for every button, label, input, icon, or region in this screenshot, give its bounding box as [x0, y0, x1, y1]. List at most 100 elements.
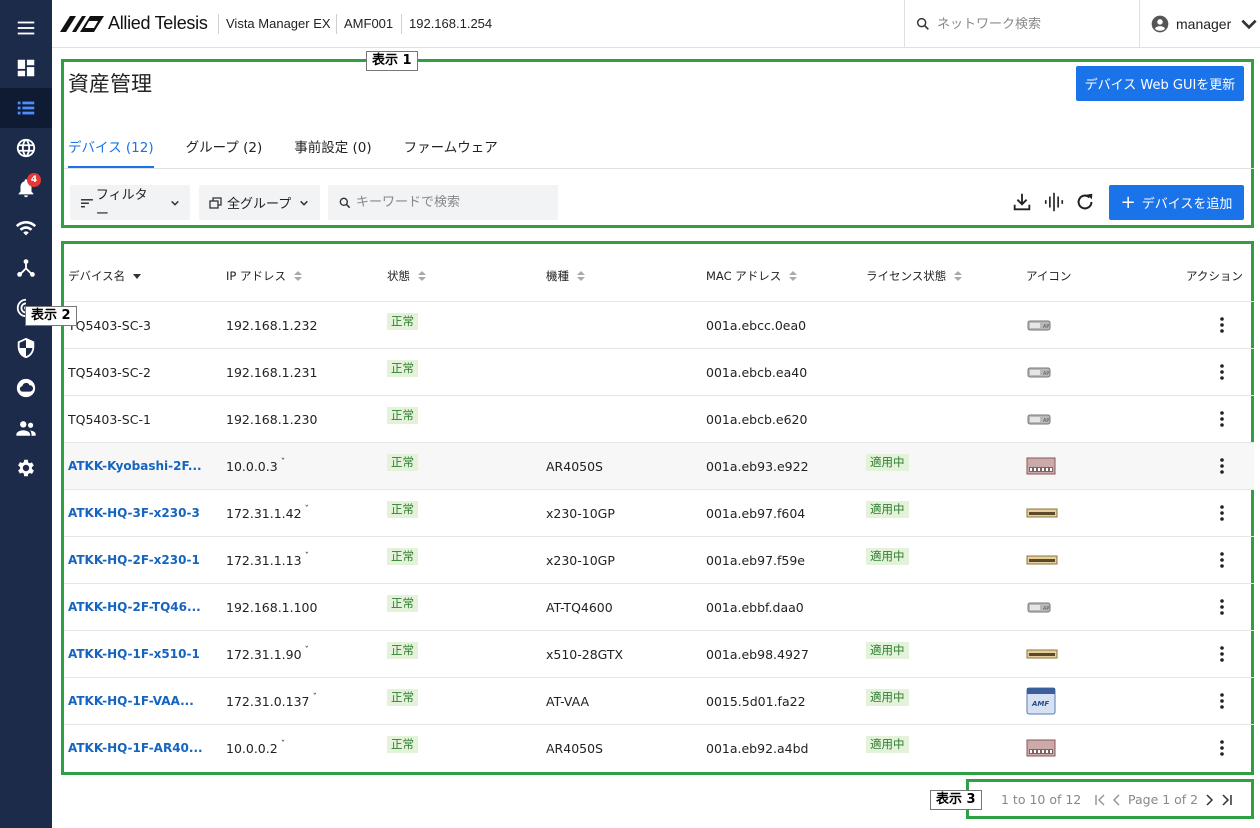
more-vert-icon[interactable]: [1220, 678, 1224, 724]
col-model[interactable]: 機種: [546, 268, 585, 284]
tab-preconfig[interactable]: 事前設定 (0): [294, 126, 371, 168]
globe-icon[interactable]: [0, 128, 52, 168]
shield-icon[interactable]: [0, 328, 52, 368]
network-search-input[interactable]: [937, 16, 1117, 32]
device-name[interactable]: ATKK-HQ-3F-x230-3: [68, 490, 218, 536]
ip-address[interactable]: 10.0.0.3 ˇ: [226, 443, 285, 489]
chevron-down-icon[interactable]: ˇ: [313, 693, 318, 703]
chevron-down-icon[interactable]: ˇ: [305, 505, 310, 515]
list-icon[interactable]: [0, 88, 52, 128]
wifi-icon[interactable]: [0, 208, 52, 248]
status-cell: 正常: [387, 631, 418, 677]
tab-firmware[interactable]: ファームウェア: [404, 126, 498, 168]
first-page-icon[interactable]: [1094, 794, 1108, 806]
col-status[interactable]: 状態: [387, 268, 426, 284]
bell-icon[interactable]: 4: [0, 168, 52, 208]
col-action: アクション: [1186, 269, 1243, 283]
more-vert-icon[interactable]: [1220, 349, 1224, 395]
cloud-icon[interactable]: [0, 368, 52, 408]
table-row[interactable]: ATKK-HQ-3F-x230-3 172.31.1.42 ˇ 正常 x230-10GP…: [64, 490, 1254, 536]
table-row[interactable]: ATKK-HQ-2F-TQ46... 192.168.1.100 正常 AT-TQ46…: [64, 584, 1254, 630]
device-name[interactable]: ATKK-HQ-1F-AR40...: [68, 725, 218, 771]
device-name[interactable]: ATKK-HQ-2F-x230-1: [68, 537, 218, 583]
chevron-down-icon[interactable]: ˇ: [281, 458, 286, 468]
more-vert-icon[interactable]: [1220, 584, 1224, 630]
row-divider: [64, 724, 1254, 725]
more-vert-icon[interactable]: [1220, 537, 1224, 583]
annotation-label-1: 表示 1: [366, 51, 418, 71]
col-icon: アイコン: [1026, 269, 1072, 283]
status-badge: 正常: [387, 688, 418, 706]
device-name[interactable]: ATKK-HQ-1F-VAA...: [68, 678, 218, 724]
more-vert-icon[interactable]: [1220, 302, 1224, 348]
more-vert-icon[interactable]: [1220, 725, 1224, 771]
pagination-range: 1 to 10 of 12: [1001, 792, 1082, 807]
table-row[interactable]: ATKK-HQ-1F-x510-1 172.31.1.90 ˇ 正常 x510-28GT…: [64, 631, 1254, 677]
node-name: AMF001: [344, 16, 394, 31]
more-vert-icon[interactable]: [1220, 631, 1224, 677]
table-row[interactable]: ATKK-HQ-1F-VAA... 172.31.0.137 ˇ 正常 AT-VAA 00…: [64, 678, 1254, 724]
pagination-page: Page 1 of 2: [1128, 792, 1199, 807]
ip-text: 10.0.0.2: [226, 740, 278, 756]
waveform-icon[interactable]: [1042, 190, 1066, 214]
account-icon: [1151, 15, 1169, 33]
row-divider: [64, 536, 1254, 537]
last-page-icon[interactable]: [1219, 794, 1233, 806]
ip-address[interactable]: 172.31.0.137 ˇ: [226, 678, 317, 724]
node-ip: 192.168.1.254: [409, 16, 493, 31]
chevron-down-icon[interactable]: ˇ: [281, 740, 286, 750]
device-name: TQ5403-SC-2: [68, 364, 151, 380]
device-name[interactable]: ATKK-Kyobashi-2F...: [68, 443, 218, 489]
allied-telesis-logo-icon: [60, 15, 104, 32]
ip-address[interactable]: 172.31.1.90 ˇ: [226, 631, 309, 677]
model: x230-10GP: [546, 505, 615, 521]
ap-device-icon: AP: [1026, 396, 1052, 442]
download-icon[interactable]: [1010, 190, 1034, 214]
device-name[interactable]: ATKK-HQ-2F-TQ46...: [68, 584, 218, 630]
more-vert-icon[interactable]: [1220, 396, 1224, 442]
col-mac[interactable]: MAC アドレス: [706, 268, 798, 284]
ip-address[interactable]: 172.31.1.42 ˇ: [226, 490, 309, 536]
ip-address[interactable]: 10.0.0.2 ˇ: [226, 725, 285, 771]
ip-address[interactable]: 172.31.1.13 ˇ: [226, 537, 309, 583]
next-page-icon[interactable]: [1204, 794, 1214, 806]
update-web-gui-button[interactable]: デバイス Web GUIを更新: [1076, 66, 1244, 101]
col-license[interactable]: ライセンス状態: [866, 268, 963, 284]
filter-button[interactable]: フィルター: [70, 185, 190, 222]
menu-icon[interactable]: [0, 8, 52, 48]
more-vert-icon[interactable]: [1220, 443, 1224, 489]
table-row[interactable]: ATKK-HQ-1F-AR40... 10.0.0.2 ˇ 正常 AR4050S 001a…: [64, 725, 1254, 771]
mac-address: 001a.ebcb.ea40: [706, 364, 808, 380]
users-icon[interactable]: [0, 408, 52, 448]
table-row[interactable]: ATKK-HQ-2F-x230-1 172.31.1.13 ˇ 正常 x230-10GP…: [64, 537, 1254, 583]
table-row[interactable]: ATKK-Kyobashi-2F... 10.0.0.3 ˇ 正常 AR4050S 001…: [64, 443, 1254, 489]
ip-text: 10.0.0.3: [226, 458, 278, 474]
refresh-icon[interactable]: [1073, 190, 1097, 214]
col-ip[interactable]: IP アドレス: [226, 268, 302, 284]
device-name[interactable]: ATKK-HQ-1F-x510-1: [68, 631, 218, 677]
status-badge: 正常: [387, 500, 418, 518]
keyword-search-input[interactable]: [356, 195, 546, 210]
topology-icon[interactable]: [0, 248, 52, 288]
status-badge: 正常: [387, 641, 418, 659]
table-row[interactable]: TQ5403-SC-2 192.168.1.231 正常 001a.ebcb.ea40…: [64, 349, 1254, 395]
prev-page-icon[interactable]: [1112, 794, 1122, 806]
dashboard-icon[interactable]: [0, 48, 52, 88]
chevron-down-icon[interactable]: ˇ: [305, 552, 310, 562]
table-row[interactable]: TQ5403-SC-1 192.168.1.230 正常 001a.ebcb.e620…: [64, 396, 1254, 442]
group-select-button[interactable]: 全グループ: [199, 185, 320, 220]
ap-device-icon: AP: [1026, 302, 1052, 348]
chevron-down-icon[interactable]: ˇ: [305, 646, 310, 656]
user-menu[interactable]: manager: [1150, 14, 1259, 34]
mac-address: 001a.eb98.4927: [706, 646, 809, 662]
gear-icon[interactable]: [0, 448, 52, 488]
add-device-button[interactable]: + デバイスを追加: [1109, 185, 1244, 220]
tab-groups[interactable]: グループ (2): [186, 126, 263, 168]
col-device-name[interactable]: デバイス名: [68, 268, 142, 284]
table-row[interactable]: TQ5403-SC-3 192.168.1.232 正常 001a.ebcc.0ea0…: [64, 302, 1254, 348]
license-badge: 適用中: [866, 735, 909, 753]
more-vert-icon[interactable]: [1220, 490, 1224, 536]
tab-devices[interactable]: デバイス (12): [68, 126, 154, 168]
license-cell: 適用中: [866, 631, 909, 677]
status-cell: 正常: [387, 443, 418, 489]
